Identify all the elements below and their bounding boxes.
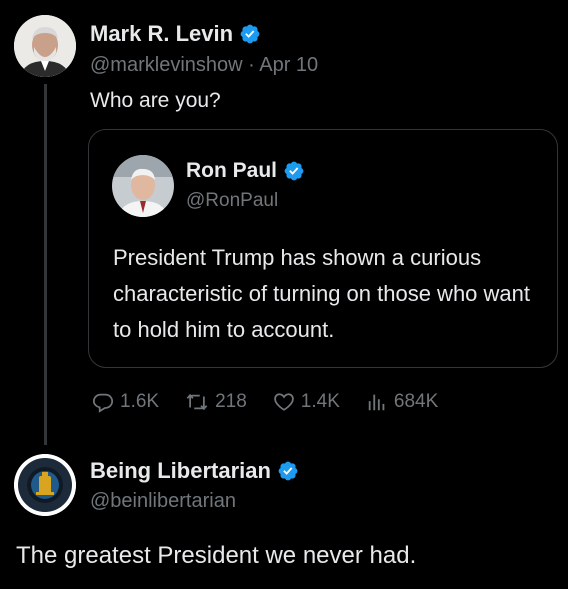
main-author-name[interactable]: Mark R. Levin (90, 21, 261, 47)
reply-author-name-text: Being Libertarian (90, 458, 271, 483)
verified-badge-icon (278, 461, 298, 481)
thread-line (44, 84, 47, 445)
quoted-author-name[interactable]: Ron Paul (186, 159, 305, 183)
verified-badge-icon (284, 161, 304, 181)
views-icon (368, 394, 385, 411)
reply-handle[interactable]: @beinlibertarian (90, 490, 236, 513)
quoted-handle[interactable]: @RonPaul (186, 190, 278, 212)
reply-count: 1.6K (120, 391, 160, 412)
avatar-ron-paul[interactable] (112, 155, 174, 217)
main-handle-date[interactable]: @marklevinshow · Apr 10 (90, 54, 318, 77)
reply-button[interactable]: 1.6K (92, 391, 159, 413)
like-count: 1.4K (300, 391, 340, 412)
main-author-name-text: Mark R. Levin (90, 21, 234, 46)
retweet-count: 218 (215, 391, 247, 412)
retweet-icon (186, 393, 208, 411)
action-bar: 1.6K 218 1.4K 684K (92, 391, 438, 413)
reply-author-name[interactable]: Being Libertarian (90, 458, 299, 484)
main-tweet-text: Who are you? (90, 89, 221, 112)
avatar-mark-levin[interactable] (14, 15, 76, 77)
quoted-author-name-text: Ron Paul (186, 159, 278, 182)
reply-icon (92, 393, 114, 413)
reply-tweet-text: The greatest President we never had. (16, 542, 417, 569)
retweet-button[interactable]: 218 (185, 391, 247, 413)
quoted-tweet-text: President Trump has shown a curious char… (113, 245, 531, 342)
like-button[interactable]: 1.4K (273, 391, 340, 413)
views-count: 684K (393, 391, 439, 412)
views-button[interactable]: 684K (366, 391, 438, 413)
avatar-being-libertarian[interactable] (14, 454, 76, 516)
like-icon (274, 393, 294, 411)
verified-badge-icon (240, 24, 260, 44)
